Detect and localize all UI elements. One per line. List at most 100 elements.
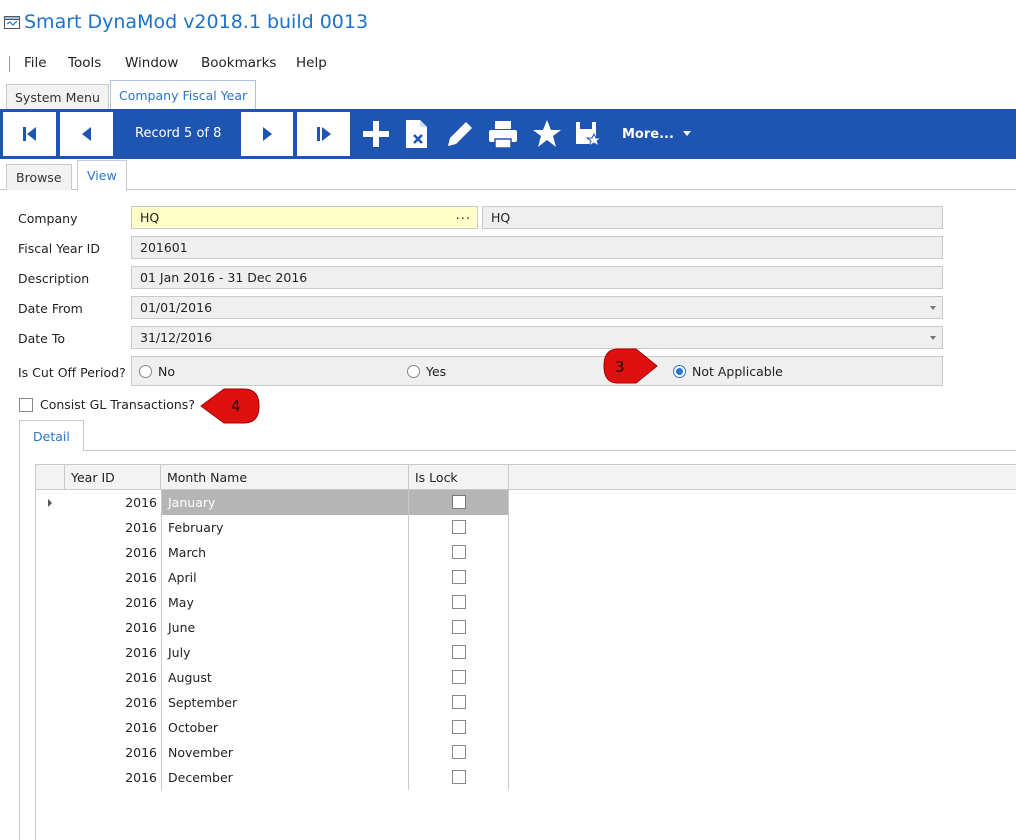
date-from-value: 01/01/2016 xyxy=(140,300,213,315)
month-name-cell[interactable]: May xyxy=(161,590,408,615)
column-header-is-lock[interactable]: Is Lock xyxy=(409,465,509,490)
is-lock-checkbox[interactable] xyxy=(452,645,466,659)
is-lock-checkbox[interactable] xyxy=(452,495,466,509)
column-header-month-name[interactable]: Month Name xyxy=(161,465,409,490)
column-header-year-id[interactable]: Year ID xyxy=(65,465,161,490)
year-id-cell[interactable]: 2016 xyxy=(65,690,159,715)
month-name-cell[interactable]: November xyxy=(161,740,408,765)
year-id-cell[interactable]: 2016 xyxy=(65,765,159,790)
tab-company-fiscal-year[interactable]: Company Fiscal Year xyxy=(110,80,257,109)
cut-off-yes-radio[interactable] xyxy=(407,365,420,378)
table-row[interactable]: 2016 August xyxy=(36,665,508,690)
table-row[interactable]: 2016 April xyxy=(36,565,508,590)
row-indicator xyxy=(36,490,64,515)
description-label: Description xyxy=(18,271,90,286)
year-id-cell[interactable]: 2016 xyxy=(65,540,159,565)
table-row[interactable]: 2016 October xyxy=(36,715,508,740)
previous-record-button[interactable] xyxy=(60,112,113,156)
month-name-cell[interactable]: July xyxy=(161,640,408,665)
cut-off-no-label[interactable]: No xyxy=(158,364,175,379)
cut-off-not-applicable-radio[interactable] xyxy=(673,365,686,378)
menu-window[interactable]: Window xyxy=(125,55,178,71)
view-tabs: Browse View xyxy=(0,159,1016,191)
edit-icon[interactable] xyxy=(440,116,478,152)
is-lock-checkbox[interactable] xyxy=(452,520,466,534)
table-row[interactable]: 2016 February xyxy=(36,515,508,540)
next-record-button[interactable] xyxy=(241,112,293,156)
is-lock-checkbox[interactable] xyxy=(452,620,466,634)
month-name-cell[interactable]: September xyxy=(161,690,408,715)
is-lock-checkbox[interactable] xyxy=(452,595,466,609)
cut-off-not-applicable-label[interactable]: Not Applicable xyxy=(692,364,783,379)
bookmark-star-icon[interactable] xyxy=(528,116,566,152)
year-id-cell[interactable]: 2016 xyxy=(65,640,159,665)
delete-icon[interactable] xyxy=(398,116,436,152)
first-record-button[interactable] xyxy=(3,112,56,156)
is-lock-checkbox[interactable] xyxy=(452,670,466,684)
cut-off-yes-label[interactable]: Yes xyxy=(426,364,446,379)
date-to-value: 31/12/2016 xyxy=(140,330,213,345)
month-name-cell[interactable]: January xyxy=(161,490,408,515)
tab-view[interactable]: View xyxy=(77,160,127,191)
year-id-cell[interactable]: 2016 xyxy=(65,740,159,765)
date-from-dropdown-icon[interactable] xyxy=(930,306,936,310)
is-lock-checkbox[interactable] xyxy=(452,545,466,559)
cut-off-no-radio[interactable] xyxy=(139,365,152,378)
fiscal-year-id-value: 201601 xyxy=(140,240,188,255)
is-lock-cell xyxy=(408,515,508,540)
year-id-cell[interactable]: 2016 xyxy=(65,615,159,640)
company-name-field[interactable]: HQ xyxy=(482,206,943,229)
month-name-cell[interactable]: October xyxy=(161,715,408,740)
consist-gl-label[interactable]: Consist GL Transactions? xyxy=(40,397,195,412)
chevron-down-icon[interactable] xyxy=(683,131,691,136)
date-from-field[interactable]: 01/01/2016 xyxy=(131,296,943,319)
table-row[interactable]: 2016 December xyxy=(36,765,508,790)
month-name-cell[interactable]: August xyxy=(161,665,408,690)
menu-tools[interactable]: Tools xyxy=(68,55,101,71)
year-id-cell[interactable]: 2016 xyxy=(65,490,159,515)
more-button[interactable]: More... xyxy=(622,127,674,142)
is-lock-checkbox[interactable] xyxy=(452,745,466,759)
year-id-cell[interactable]: 2016 xyxy=(65,665,159,690)
table-row[interactable]: 2016 May xyxy=(36,590,508,615)
print-icon[interactable] xyxy=(484,116,522,152)
tab-detail[interactable]: Detail xyxy=(19,420,84,451)
tab-system-menu[interactable]: System Menu xyxy=(6,84,109,109)
menu-bookmarks[interactable]: Bookmarks xyxy=(201,55,276,71)
menu-file[interactable]: File xyxy=(24,55,47,71)
table-row[interactable]: 2016 January xyxy=(36,490,508,515)
company-code-field[interactable]: HQ ... xyxy=(131,206,478,229)
month-name-cell[interactable]: December xyxy=(161,765,408,790)
table-row[interactable]: 2016 July xyxy=(36,640,508,665)
menu-help[interactable]: Help xyxy=(296,55,327,71)
year-id-cell[interactable]: 2016 xyxy=(65,590,159,615)
is-lock-cell xyxy=(408,665,508,690)
month-name-cell[interactable]: March xyxy=(161,540,408,565)
consist-gl-checkbox[interactable] xyxy=(19,398,33,412)
year-id-cell[interactable]: 2016 xyxy=(65,515,159,540)
last-record-icon xyxy=(316,127,331,141)
description-field[interactable]: 01 Jan 2016 - 31 Dec 2016 xyxy=(131,266,943,289)
table-row[interactable]: 2016 June xyxy=(36,615,508,640)
table-row[interactable]: 2016 September xyxy=(36,690,508,715)
month-name-cell[interactable]: February xyxy=(161,515,408,540)
save-icon[interactable] xyxy=(571,116,609,152)
year-id-cell[interactable]: 2016 xyxy=(65,565,159,590)
month-name-cell[interactable]: June xyxy=(161,615,408,640)
record-toolbar: Record 5 of 8 More... xyxy=(0,109,1016,159)
is-lock-checkbox[interactable] xyxy=(452,720,466,734)
add-icon[interactable] xyxy=(357,116,395,152)
table-row[interactable]: 2016 March xyxy=(36,540,508,565)
tab-browse[interactable]: Browse xyxy=(6,164,72,190)
fiscal-year-id-field[interactable]: 201601 xyxy=(131,236,943,259)
last-record-button[interactable] xyxy=(297,112,350,156)
date-to-dropdown-icon[interactable] xyxy=(930,336,936,340)
is-lock-checkbox[interactable] xyxy=(452,570,466,584)
date-to-field[interactable]: 31/12/2016 xyxy=(131,326,943,349)
is-lock-checkbox[interactable] xyxy=(452,695,466,709)
year-id-cell[interactable]: 2016 xyxy=(65,715,159,740)
company-lookup-button[interactable]: ... xyxy=(456,208,471,223)
table-row[interactable]: 2016 November xyxy=(36,740,508,765)
month-name-cell[interactable]: April xyxy=(161,565,408,590)
is-lock-checkbox[interactable] xyxy=(452,770,466,784)
